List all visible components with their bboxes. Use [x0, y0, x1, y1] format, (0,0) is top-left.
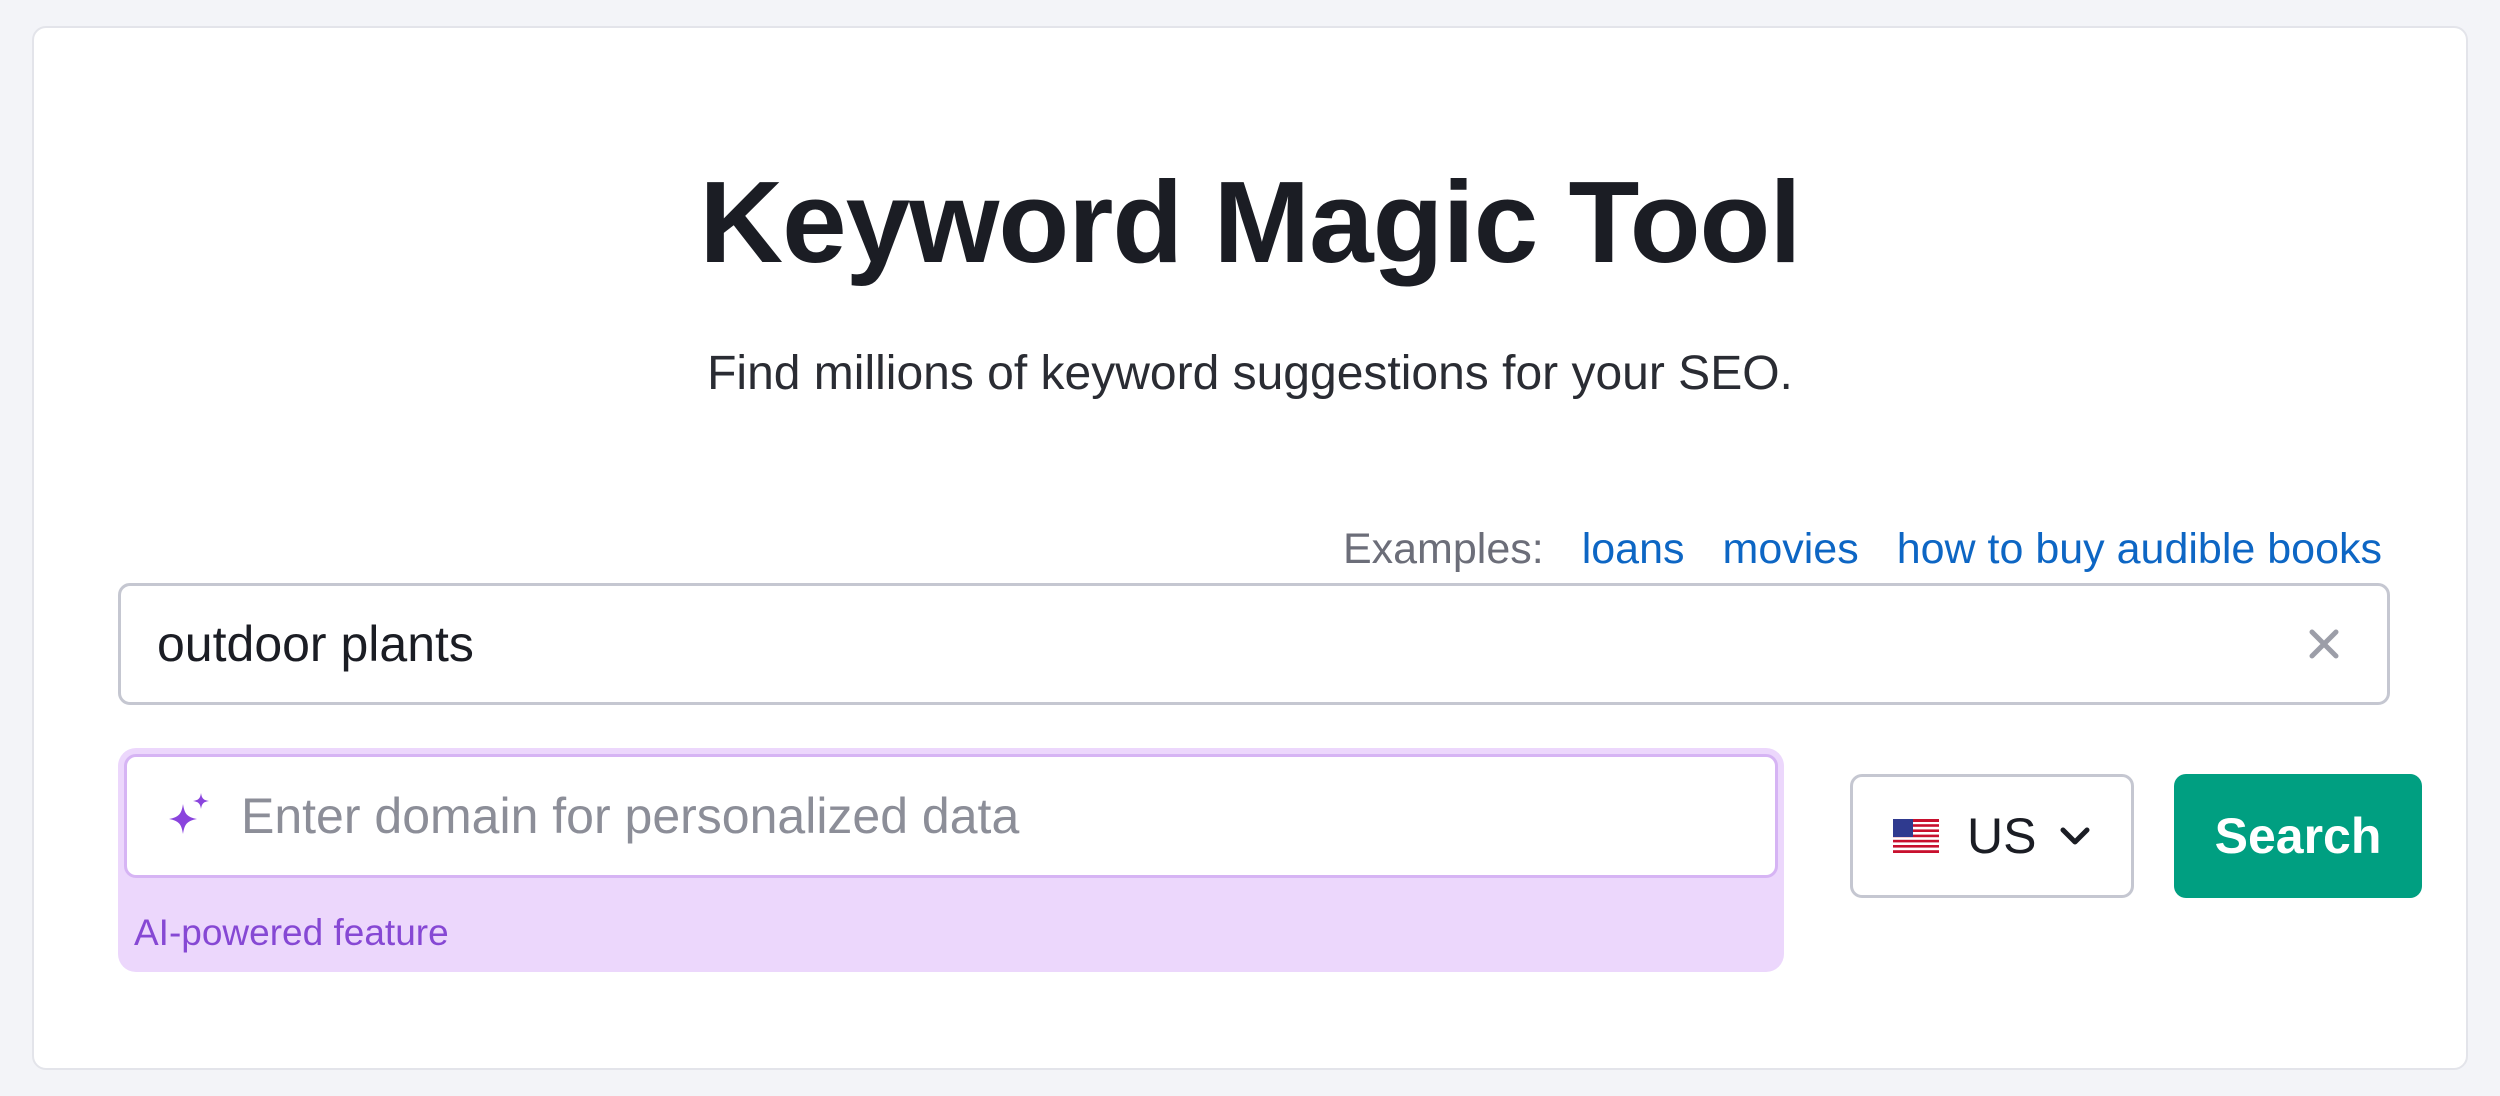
page-subtitle: Find millions of keyword suggestions for… — [707, 347, 1793, 400]
page-title: Keyword Magic Tool — [699, 157, 1801, 287]
example-link-audible-books[interactable]: how to buy audible books — [1897, 528, 2382, 571]
search-button[interactable]: Search — [2174, 774, 2422, 898]
example-link-movies[interactable]: movies — [1723, 528, 1859, 571]
keyword-input[interactable] — [157, 615, 2297, 673]
domain-input-box — [124, 754, 1778, 878]
examples-label: Examples: — [1342, 525, 1544, 573]
sparkle-icon — [169, 793, 209, 834]
us-flag-icon — [1893, 819, 1939, 853]
ai-feature-caption: AI-powered feature — [134, 912, 449, 953]
keyword-input-box — [118, 583, 2390, 705]
database-select[interactable]: US — [1850, 774, 2134, 898]
example-link-loans[interactable]: loans — [1582, 528, 1685, 571]
chevron-down-icon — [2060, 827, 2090, 845]
close-icon[interactable] — [2297, 617, 2351, 671]
domain-input[interactable] — [241, 787, 1739, 845]
ai-domain-panel: AI-powered feature — [118, 748, 1784, 972]
database-label: US — [1967, 808, 2037, 864]
examples-row: Examples: loans movies how to buy audibl… — [1343, 528, 2382, 571]
keyword-tool-card: Keyword Magic Tool Find millions of keyw… — [32, 26, 2468, 1070]
